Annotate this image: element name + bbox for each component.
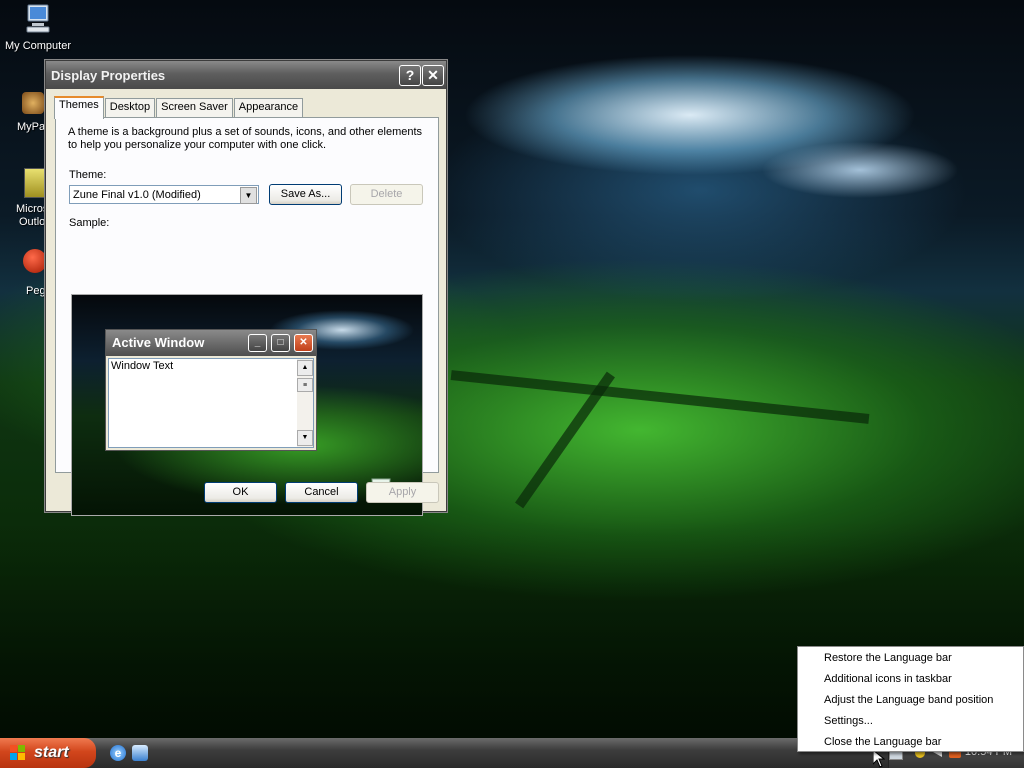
theme-select[interactable]: Zune Final v1.0 (Modified) ▼ (69, 185, 259, 204)
help-button[interactable]: ? (399, 65, 421, 86)
desktop-icon-label: My Computer (4, 40, 72, 52)
scroll-thumb: ≡ (297, 378, 313, 392)
tab-desktop[interactable]: Desktop (104, 98, 156, 118)
sample-scrollbar: ▲ ≡ ▼ (297, 359, 313, 447)
desktop-icon-outlook-label-2: Outlo (19, 216, 46, 228)
save-as-button[interactable]: Save As... (269, 184, 342, 205)
tab-themes[interactable]: Themes (54, 96, 104, 119)
cancel-button[interactable]: Cancel (285, 482, 358, 503)
wallpaper-cross-horizontal (450, 370, 870, 424)
chevron-down-icon[interactable]: ▼ (240, 187, 257, 204)
desktop-icon-my-computer[interactable]: My Computer (0, 2, 76, 52)
tab-strip: Themes Desktop Screen Saver Appearance (54, 96, 304, 119)
desktop-icon-mypa-label: MyPa (17, 121, 46, 133)
themes-panel: A theme is a background plus a set of so… (55, 117, 439, 516)
minimize-icon: _ (248, 334, 267, 352)
internet-explorer-icon[interactable]: e (110, 745, 126, 761)
window-title: Display Properties (51, 67, 166, 83)
sample-window-title: Active Window (112, 335, 205, 350)
menu-item-close-language-bar[interactable]: Close the Language bar (824, 736, 941, 748)
scroll-up-icon: ▲ (297, 360, 313, 376)
start-button[interactable]: start (0, 738, 96, 768)
mouse-cursor-icon (873, 750, 885, 768)
delete-button[interactable]: Delete (350, 184, 423, 205)
theme-select-value: Zune Final v1.0 (Modified) (73, 189, 201, 201)
start-label: start (34, 744, 69, 761)
theme-description: A theme is a background plus a set of so… (68, 126, 423, 151)
mypa-icon[interactable] (22, 92, 44, 114)
sample-label: Sample: (69, 217, 110, 229)
maximize-icon: □ (271, 334, 290, 352)
outlook-express-icon[interactable] (132, 745, 148, 761)
close-button[interactable]: ✕ (422, 65, 444, 86)
desktop-icon-outlook-label-1: Micros (16, 203, 49, 215)
desktop-icon-peg-label: Peg (26, 285, 46, 297)
menu-item-restore-language-bar[interactable]: Restore the Language bar (824, 652, 952, 664)
title-bar[interactable]: Display Properties ? ✕ (46, 61, 446, 89)
theme-label: Theme: (69, 169, 107, 181)
tab-appearance[interactable]: Appearance (233, 98, 304, 118)
display-properties-window[interactable]: Display Properties ? ✕ Themes Desktop Sc… (45, 60, 447, 516)
close-icon: ✕ (294, 334, 313, 352)
menu-item-settings[interactable]: Settings... (824, 715, 873, 727)
tab-screen-saver[interactable]: Screen Saver (156, 98, 233, 118)
scroll-down-icon: ▼ (297, 430, 313, 446)
menu-item-additional-icons[interactable]: Additional icons in taskbar (824, 673, 952, 685)
windows-flag-icon (10, 745, 25, 760)
sample-active-window: Active Window _ □ ✕ Window Text ▲ ≡ ▼ (105, 329, 317, 451)
sample-window-text: Window Text (111, 360, 174, 372)
sample-window-titlebar: Active Window _ □ ✕ (106, 330, 316, 356)
computer-icon (26, 4, 50, 33)
menu-item-adjust-band-position[interactable]: Adjust the Language band position (824, 694, 993, 706)
apply-button[interactable]: Apply (366, 482, 439, 503)
language-bar-context-menu: Restore the Language bar Additional icon… (797, 646, 1024, 752)
pegasus-icon[interactable] (23, 249, 47, 273)
ok-button[interactable]: OK (204, 482, 277, 503)
sample-window-body: Window Text ▲ ≡ ▼ (108, 358, 314, 448)
